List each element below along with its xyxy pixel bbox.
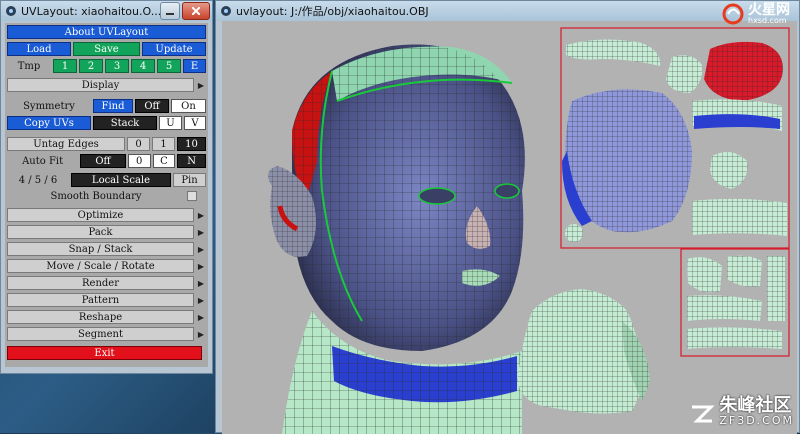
uvlayout-panel-window: UVLayout: xiaohaitou.O... About UVLayout… bbox=[0, 0, 213, 374]
hxsd-logo-icon bbox=[722, 3, 744, 25]
panel-title: UVLayout: xiaohaitou.O... bbox=[21, 4, 160, 18]
main-title: uvlayout: J:/作品/obj/xiaohaitou.OBJ bbox=[236, 5, 429, 18]
exit-button[interactable]: Exit bbox=[7, 346, 202, 360]
uvlayout-main-window: uvlayout: J:/作品/obj/xiaohaitou.OBJ bbox=[215, 0, 800, 434]
auto-fit-c-button[interactable]: C bbox=[152, 154, 176, 168]
render-menu[interactable]: Render bbox=[7, 276, 194, 290]
auto-fit-off-button[interactable]: Off bbox=[80, 154, 126, 168]
pin-button[interactable]: Pin bbox=[173, 173, 206, 187]
shirt-model[interactable] bbox=[517, 289, 650, 414]
tmp-slot-2[interactable]: 2 bbox=[79, 59, 103, 73]
smooth-boundary-label: Smooth Boundary bbox=[50, 190, 142, 202]
u-button[interactable]: U bbox=[159, 116, 182, 130]
main-titlebar[interactable]: uvlayout: J:/作品/obj/xiaohaitou.OBJ bbox=[216, 1, 799, 21]
load-button[interactable]: Load bbox=[7, 42, 71, 56]
copy-uvs-button[interactable]: Copy UVs bbox=[7, 116, 91, 130]
panel-body: About UVLayout Load Save Update Tmp 1 2 … bbox=[5, 23, 208, 367]
render-arrow-icon: ▶ bbox=[197, 278, 205, 288]
pattern-arrow-icon: ▶ bbox=[197, 295, 205, 305]
minimize-icon bbox=[166, 13, 174, 15]
close-icon bbox=[192, 7, 200, 15]
symmetry-find-button[interactable]: Find bbox=[93, 99, 133, 113]
tmp-slot-3[interactable]: 3 bbox=[105, 59, 129, 73]
tmp-label: Tmp bbox=[17, 60, 41, 72]
head-model[interactable] bbox=[268, 44, 525, 434]
symmetry-on-button[interactable]: On bbox=[171, 99, 206, 113]
pack-arrow-icon: ▶ bbox=[197, 227, 205, 237]
minimize-button[interactable] bbox=[160, 2, 180, 20]
zf3d-logo-icon bbox=[692, 405, 715, 423]
reshape-menu[interactable]: Reshape bbox=[7, 310, 194, 324]
hxsd-url: hxsd.com bbox=[748, 16, 787, 25]
hxsd-watermark: 火星网 hxsd.com bbox=[721, 0, 790, 28]
move-scale-rotate-arrow-icon: ▶ bbox=[197, 261, 205, 271]
display-arrow-icon: ▶ bbox=[197, 80, 205, 90]
zf3d-watermark: 朱峰社区 ZF3D.COM bbox=[689, 394, 794, 428]
optimize-arrow-icon: ▶ bbox=[197, 210, 205, 220]
smooth-boundary-checkbox[interactable] bbox=[187, 191, 197, 201]
uv-tile-head[interactable] bbox=[560, 27, 790, 249]
symmetry-off-button[interactable]: Off bbox=[135, 99, 169, 113]
pack-menu[interactable]: Pack bbox=[7, 225, 194, 239]
uv-viewport[interactable] bbox=[222, 21, 797, 434]
zf3d-brand: 朱峰社区 bbox=[719, 394, 792, 416]
untag-edges-button[interactable]: Untag Edges bbox=[7, 137, 125, 151]
uv-tile-shirt[interactable] bbox=[680, 248, 790, 357]
zf3d-url: ZF3D.COM bbox=[719, 414, 794, 428]
auto-fit-0-button[interactable]: 0 bbox=[127, 154, 151, 168]
untag-1-button[interactable]: 1 bbox=[152, 137, 175, 151]
optimize-menu[interactable]: Optimize bbox=[7, 208, 194, 222]
tmp-e-button[interactable]: E bbox=[183, 59, 206, 73]
app-icon bbox=[5, 5, 17, 17]
segment-menu[interactable]: Segment bbox=[7, 327, 194, 341]
tmp-slot-1[interactable]: 1 bbox=[53, 59, 77, 73]
pattern-menu[interactable]: Pattern bbox=[7, 293, 194, 307]
display-menu[interactable]: Display bbox=[7, 78, 194, 92]
reshape-arrow-icon: ▶ bbox=[197, 312, 205, 322]
panel-titlebar[interactable]: UVLayout: xiaohaitou.O... bbox=[1, 1, 212, 21]
main-app-icon bbox=[220, 5, 232, 17]
close-button[interactable] bbox=[182, 2, 210, 20]
tmp-slot-4[interactable]: 4 bbox=[131, 59, 155, 73]
about-button[interactable]: About UVLayout bbox=[7, 25, 206, 39]
untag-10-button[interactable]: 10 bbox=[177, 137, 206, 151]
v-button[interactable]: V bbox=[184, 116, 206, 130]
move-scale-rotate-menu[interactable]: Move / Scale / Rotate bbox=[7, 259, 194, 273]
hxsd-brand: 火星网 bbox=[748, 2, 790, 18]
untag-0-button[interactable]: 0 bbox=[127, 137, 150, 151]
tmp-slot-5[interactable]: 5 bbox=[157, 59, 181, 73]
viewport-canvas[interactable] bbox=[222, 21, 797, 434]
segment-arrow-icon: ▶ bbox=[197, 329, 205, 339]
snap-stack-menu[interactable]: Snap / Stack bbox=[7, 242, 194, 256]
local-scale-button[interactable]: Local Scale bbox=[71, 173, 171, 187]
stack-button[interactable]: Stack bbox=[93, 116, 157, 130]
save-button[interactable]: Save bbox=[73, 42, 140, 56]
update-button[interactable]: Update bbox=[142, 42, 206, 56]
symmetry-label: Symmetry bbox=[23, 100, 75, 112]
snap-stack-arrow-icon: ▶ bbox=[197, 244, 205, 254]
auto-fit-label: Auto Fit bbox=[22, 155, 64, 167]
steps-label: 4 / 5 / 6 bbox=[18, 174, 58, 186]
auto-fit-n-button[interactable]: N bbox=[177, 154, 206, 168]
